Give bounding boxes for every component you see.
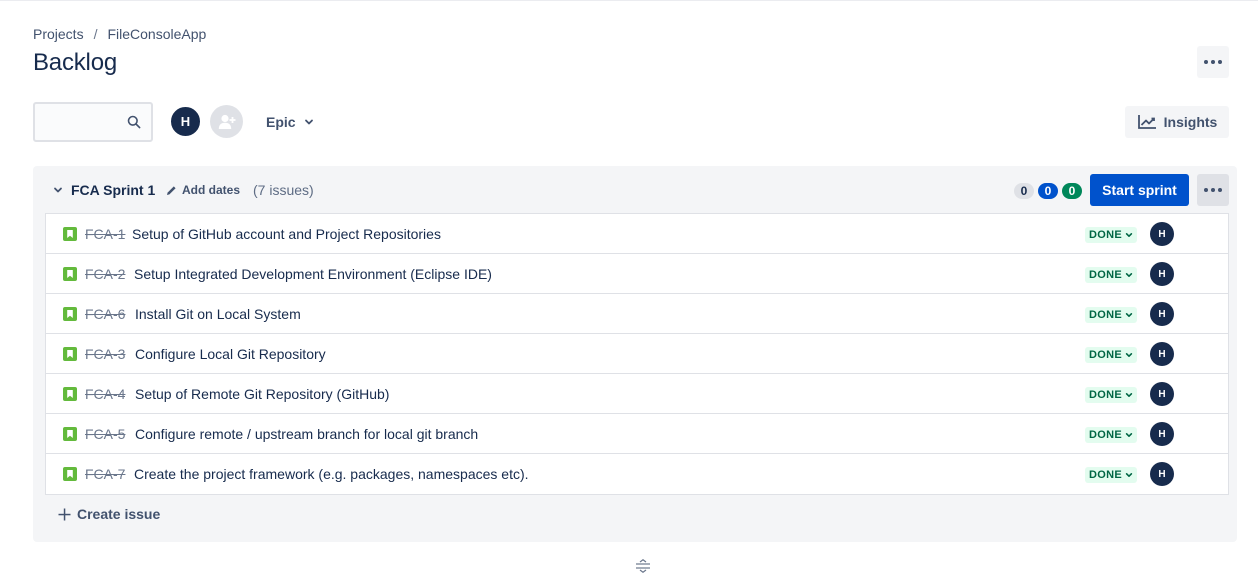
assignee-avatar[interactable]: H — [1150, 342, 1174, 366]
issue-row[interactable]: FCA-5 Configure remote / upstream branch … — [46, 414, 1228, 454]
chevron-down-icon — [1125, 353, 1133, 357]
status-label: DONE — [1089, 309, 1122, 321]
breadcrumb-separator: / — [93, 26, 98, 42]
issue-summary[interactable]: Install Git on Local System — [135, 306, 301, 322]
breadcrumb-projects-link[interactable]: Projects — [33, 26, 84, 42]
page-title: Backlog — [33, 49, 117, 76]
chevron-down-icon — [1125, 313, 1133, 317]
issue-key[interactable]: FCA-3 — [85, 346, 125, 362]
issue-list: FCA-1 Setup of GitHub account and Project… — [45, 213, 1229, 495]
done-count-badge: 0 — [1062, 183, 1082, 199]
status-label: DONE — [1089, 269, 1122, 281]
create-issue-button[interactable]: Create issue — [58, 506, 160, 522]
issue-summary[interactable]: Create the project framework (e.g. packa… — [134, 466, 529, 482]
issue-key[interactable]: FCA-4 — [85, 386, 125, 402]
status-label: DONE — [1089, 229, 1122, 241]
sprint-container: FCA Sprint 1 Add dates (7 issues) 0 0 0 … — [33, 166, 1237, 542]
panel-resize-handle-icon[interactable] — [634, 559, 652, 573]
create-issue-label: Create issue — [77, 506, 161, 522]
status-dropdown[interactable]: DONE — [1085, 307, 1137, 323]
breadcrumb: Projects / FileConsoleApp — [33, 26, 206, 42]
assignee-avatar[interactable]: H — [1150, 302, 1174, 326]
status-dropdown[interactable]: DONE — [1085, 227, 1137, 243]
issue-count: (7 issues) — [253, 182, 314, 198]
page-more-actions-button[interactable] — [1197, 46, 1229, 78]
status-label: DONE — [1089, 389, 1122, 401]
chevron-down-icon — [1125, 433, 1133, 437]
start-sprint-button[interactable]: Start sprint — [1090, 174, 1189, 206]
issue-row[interactable]: FCA-6 Install Git on Local System DONE H — [46, 294, 1228, 334]
story-icon — [63, 427, 77, 441]
insights-chart-icon — [1137, 115, 1156, 129]
add-dates-label: Add dates — [182, 183, 241, 197]
todo-count-badge: 0 — [1014, 183, 1034, 199]
status-label: DONE — [1089, 429, 1122, 441]
assignee-avatar[interactable]: H — [1150, 382, 1174, 406]
chevron-down-icon — [1125, 233, 1133, 237]
in-progress-count-badge: 0 — [1038, 183, 1058, 199]
issue-row[interactable]: FCA-2 Setup Integrated Development Enviro… — [46, 254, 1228, 294]
issue-summary[interactable]: Configure Local Git Repository — [135, 346, 326, 362]
insights-label: Insights — [1163, 114, 1218, 130]
collapse-chevron-icon[interactable] — [53, 185, 63, 195]
sprint-header: FCA Sprint 1 Add dates (7 issues) 0 0 0 … — [33, 166, 1237, 214]
issue-key[interactable]: FCA-2 — [85, 266, 125, 282]
issue-key[interactable]: FCA-7 — [85, 466, 125, 482]
status-dropdown[interactable]: DONE — [1085, 467, 1137, 483]
story-icon — [63, 307, 77, 321]
issue-row[interactable]: FCA-7 Create the project framework (e.g. … — [46, 454, 1228, 494]
status-dropdown[interactable]: DONE — [1085, 427, 1137, 443]
status-label: DONE — [1089, 349, 1122, 361]
status-label: DONE — [1089, 469, 1122, 481]
breadcrumb-project-link[interactable]: FileConsoleApp — [107, 26, 206, 42]
sprint-name[interactable]: FCA Sprint 1 — [71, 182, 155, 198]
add-dates-button[interactable]: Add dates — [166, 183, 240, 197]
chevron-down-icon — [304, 119, 313, 125]
search-icon — [127, 115, 141, 129]
issue-row[interactable]: FCA-4 Setup of Remote Git Repository (Git… — [46, 374, 1228, 414]
issue-summary[interactable]: Setup of Remote Git Repository (GitHub) — [135, 386, 389, 402]
epic-filter-label: Epic — [266, 114, 296, 130]
issue-key[interactable]: FCA-5 — [85, 426, 125, 442]
story-icon — [63, 227, 77, 241]
story-icon — [63, 347, 77, 361]
issue-key[interactable]: FCA-1 — [85, 226, 125, 242]
status-dropdown[interactable]: DONE — [1085, 347, 1137, 363]
chevron-down-icon — [1125, 473, 1133, 477]
assignee-avatar[interactable]: H — [1150, 262, 1174, 286]
search-input[interactable] — [33, 102, 153, 142]
issue-summary[interactable]: Setup Integrated Development Environment… — [134, 266, 492, 282]
issue-summary[interactable]: Configure remote / upstream branch for l… — [135, 426, 478, 442]
chevron-down-icon — [1125, 393, 1133, 397]
status-dropdown[interactable]: DONE — [1085, 387, 1137, 403]
assignee-avatar[interactable]: H — [1150, 462, 1174, 486]
insights-button[interactable]: Insights — [1125, 106, 1229, 138]
status-dropdown[interactable]: DONE — [1085, 267, 1137, 283]
more-icon — [1204, 188, 1222, 192]
story-icon — [63, 267, 77, 281]
add-person-icon — [218, 114, 235, 129]
sprint-more-actions-button[interactable] — [1197, 174, 1229, 206]
issue-key[interactable]: FCA-6 — [85, 306, 125, 322]
issue-row[interactable]: FCA-3 Configure Local Git Repository DONE H — [46, 334, 1228, 374]
issue-row[interactable]: FCA-1 Setup of GitHub account and Project… — [46, 214, 1228, 254]
epic-filter-dropdown[interactable]: Epic — [256, 106, 324, 138]
add-people-button[interactable] — [210, 105, 243, 138]
top-divider — [0, 0, 1258, 1]
chevron-down-icon — [1125, 273, 1133, 277]
assignee-avatar[interactable]: H — [1150, 222, 1174, 246]
assignee-avatar[interactable]: H — [1150, 422, 1174, 446]
story-icon — [63, 387, 77, 401]
more-icon — [1204, 60, 1222, 64]
pencil-icon — [167, 185, 176, 195]
story-icon — [63, 467, 77, 481]
plus-icon — [58, 508, 71, 520]
assignee-filter-avatar[interactable]: H — [169, 105, 202, 138]
issue-summary[interactable]: Setup of GitHub account and Project Repo… — [132, 226, 441, 242]
